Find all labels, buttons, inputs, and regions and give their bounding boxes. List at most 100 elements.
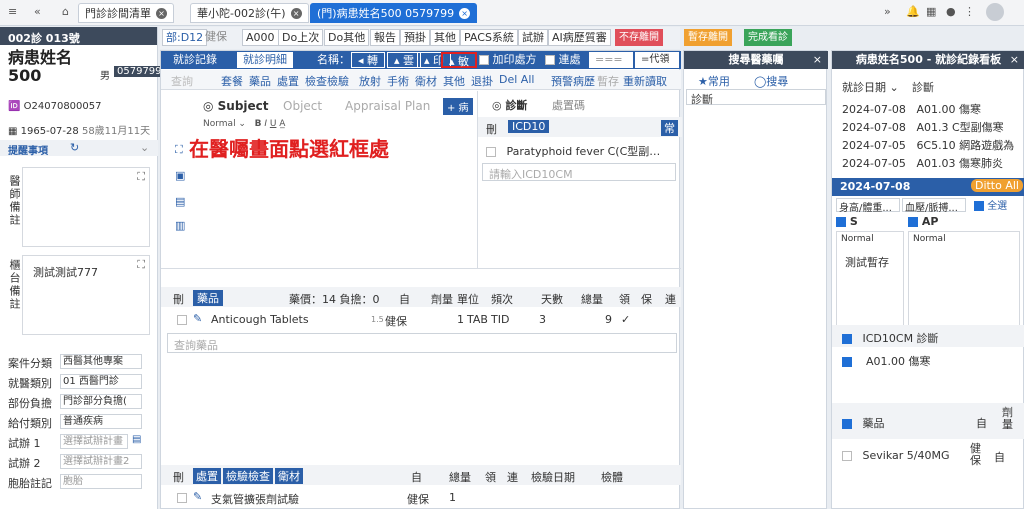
- do-other-button[interactable]: Do其他: [324, 29, 370, 46]
- tab-diagnosis[interactable]: ◎ 診斷: [492, 97, 527, 113]
- tab-appraisal[interactable]: Appraisal Plan: [345, 99, 430, 113]
- close-icon[interactable]: ×: [459, 7, 471, 19]
- exit-save-button[interactable]: 暫存離開: [684, 29, 732, 46]
- vitals-bp[interactable]: 血壓/脈搏...: [902, 198, 966, 214]
- tab-patient[interactable]: (門)病患姓名500 0579799 ×: [310, 3, 478, 23]
- chevron-down-icon[interactable]: ⌄: [140, 141, 149, 154]
- chat-icon[interactable]: ●: [946, 5, 956, 18]
- tab-common[interactable]: ★常用: [698, 73, 730, 89]
- supply-button[interactable]: 衛材: [415, 73, 437, 89]
- list-item[interactable]: 2024-07-08 A01.3 C型副傷寒: [842, 119, 1004, 135]
- alert-button[interactable]: 預警病歷: [551, 73, 595, 89]
- ap-check[interactable]: AP: [908, 215, 938, 228]
- list-item[interactable]: A01.00 傷寒: [842, 353, 931, 369]
- surgery-button[interactable]: 手術: [387, 73, 409, 89]
- format-toolbar[interactable]: Normal ⌄ B I U A̲: [203, 119, 285, 129]
- drug-search-input[interactable]: 查詢藥品: [167, 333, 677, 353]
- dx-select[interactable]: 診斷: [686, 89, 826, 106]
- close-icon[interactable]: ×: [813, 53, 822, 66]
- home-icon[interactable]: ⌂: [62, 5, 69, 18]
- copay-select[interactable]: 門診部分負擔(: [60, 394, 142, 409]
- radiology-button[interactable]: 放射: [359, 73, 381, 89]
- code-select[interactable]: ===: [589, 52, 633, 68]
- ap-box[interactable]: Normal: [908, 231, 1020, 331]
- close-icon[interactable]: ×: [1010, 53, 1019, 66]
- cancel-reg-button[interactable]: 退掛: [471, 73, 493, 89]
- cont-rx-check[interactable]: 連處: [539, 52, 587, 68]
- do-last-button[interactable]: Do上次: [278, 29, 324, 46]
- table-row[interactable]: ✎ 支氣管擴張劑試驗 健保 1: [161, 489, 681, 507]
- expand-icon[interactable]: ⛶: [137, 258, 145, 272]
- reload-button[interactable]: 重新讀取: [623, 73, 667, 89]
- ai-button[interactable]: + 病: [443, 98, 473, 115]
- cloud-button[interactable]: ▴ 雲: [387, 52, 422, 68]
- tab-visit-detail[interactable]: 就診明細: [237, 52, 293, 68]
- expand-icon[interactable]: ⛶: [175, 143, 183, 157]
- report-button[interactable]: 報告: [370, 29, 400, 46]
- avatar[interactable]: [986, 3, 1004, 21]
- pilot2-select[interactable]: 選擇試辦計畫2: [60, 454, 142, 469]
- common-button[interactable]: 常: [661, 120, 678, 136]
- s-box[interactable]: Normal 測試暫存: [836, 231, 904, 331]
- lab-button[interactable]: 檢查檢驗: [305, 73, 349, 89]
- finish-visit-button[interactable]: 完成看診: [744, 29, 792, 46]
- edit-icon[interactable]: ✎: [193, 312, 202, 325]
- temp-save-button[interactable]: 暫存: [597, 73, 619, 89]
- expand-icon[interactable]: »: [884, 5, 891, 18]
- list-item[interactable]: Sevikar 5/40MG: [842, 449, 949, 462]
- case-type-select[interactable]: 西醫其他專案: [60, 354, 142, 369]
- pilot1-select[interactable]: 選擇試辦計畫: [60, 434, 128, 449]
- tab-clinic-list[interactable]: 門診診間清單 ×: [78, 3, 174, 23]
- exit-nosave-button[interactable]: 不存離開: [615, 29, 663, 46]
- file-icon[interactable]: ▤: [175, 195, 185, 208]
- set-button[interactable]: 套餐: [221, 73, 243, 89]
- close-icon[interactable]: ×: [290, 7, 302, 19]
- refresh-icon[interactable]: ↻: [70, 141, 79, 154]
- bell-icon[interactable]: 🔔: [906, 5, 920, 18]
- tab-doctor[interactable]: 華小陀-002診(午) ×: [190, 3, 309, 23]
- delete-all-button[interactable]: Del All: [499, 73, 534, 86]
- image-icon[interactable]: ▣: [175, 169, 185, 182]
- vitals-height[interactable]: 身高/體重...: [836, 198, 900, 214]
- misc-button[interactable]: 其他: [443, 73, 465, 89]
- other-button[interactable]: 其他: [430, 29, 460, 46]
- tab-search[interactable]: ◯搜尋: [754, 73, 788, 89]
- order-search[interactable]: 查詢: [171, 73, 193, 89]
- list-item[interactable]: 2024-07-05 A01.03 傷寒肺炎: [842, 155, 1003, 171]
- dx-row[interactable]: Paratyphoid fever C(C型副…: [486, 143, 660, 159]
- menu-icon[interactable]: ≡: [8, 5, 17, 18]
- icd-input[interactable]: 請輸入ICD10CM: [482, 163, 676, 181]
- drug-button[interactable]: 藥品: [249, 73, 271, 89]
- select-all-check[interactable]: 全選: [974, 197, 1007, 212]
- table-row[interactable]: ✎ Anticough Tablets 1.5 健保 1 TAB TID 3 9…: [161, 311, 681, 329]
- proxy-select[interactable]: =代領=: [635, 52, 679, 81]
- collapse-icon[interactable]: «: [34, 5, 41, 18]
- dept-button[interactable]: 部:D12: [162, 29, 208, 46]
- a000-button[interactable]: A000: [242, 29, 279, 46]
- grid-icon[interactable]: ▦: [926, 5, 936, 18]
- list-item[interactable]: 2024-07-05 6C5.10 網路遊戲為: [842, 137, 1014, 153]
- payment-select[interactable]: 普通疾病: [60, 414, 142, 429]
- doctor-note-box[interactable]: ⛶: [22, 167, 150, 247]
- expand-icon[interactable]: ⛶: [137, 170, 145, 184]
- prebook-button[interactable]: 預掛: [400, 29, 430, 46]
- save-icon[interactable]: ▥: [175, 219, 185, 232]
- pilot-button[interactable]: 試辦: [518, 29, 548, 46]
- more-icon[interactable]: ⋮: [964, 5, 975, 18]
- tab-procedure-code[interactable]: 處置碼: [552, 97, 585, 113]
- col-date[interactable]: 就診日期 ⌄: [842, 79, 899, 95]
- pacs-button[interactable]: PACS系統: [460, 29, 518, 46]
- ai-review-button[interactable]: AI病歷質審: [548, 29, 611, 46]
- add-rx-check[interactable]: 加印處方: [473, 52, 543, 68]
- tab-visit-record[interactable]: 就診記錄: [167, 52, 223, 68]
- s-check[interactable]: S: [836, 215, 858, 228]
- allergy-button[interactable]: ▴ 敏: [441, 52, 478, 68]
- transfer-button[interactable]: ◂ 轉: [351, 52, 386, 68]
- close-icon[interactable]: ×: [156, 7, 167, 19]
- edit-icon[interactable]: ✎: [193, 490, 202, 503]
- tab-object[interactable]: Object: [283, 99, 322, 113]
- twin-input[interactable]: 胞胎: [60, 474, 142, 489]
- ditto-all-button[interactable]: Ditto All: [970, 179, 1023, 192]
- treatment-button[interactable]: 處置: [277, 73, 299, 89]
- visit-type-select[interactable]: 01 西醫門診: [60, 374, 142, 389]
